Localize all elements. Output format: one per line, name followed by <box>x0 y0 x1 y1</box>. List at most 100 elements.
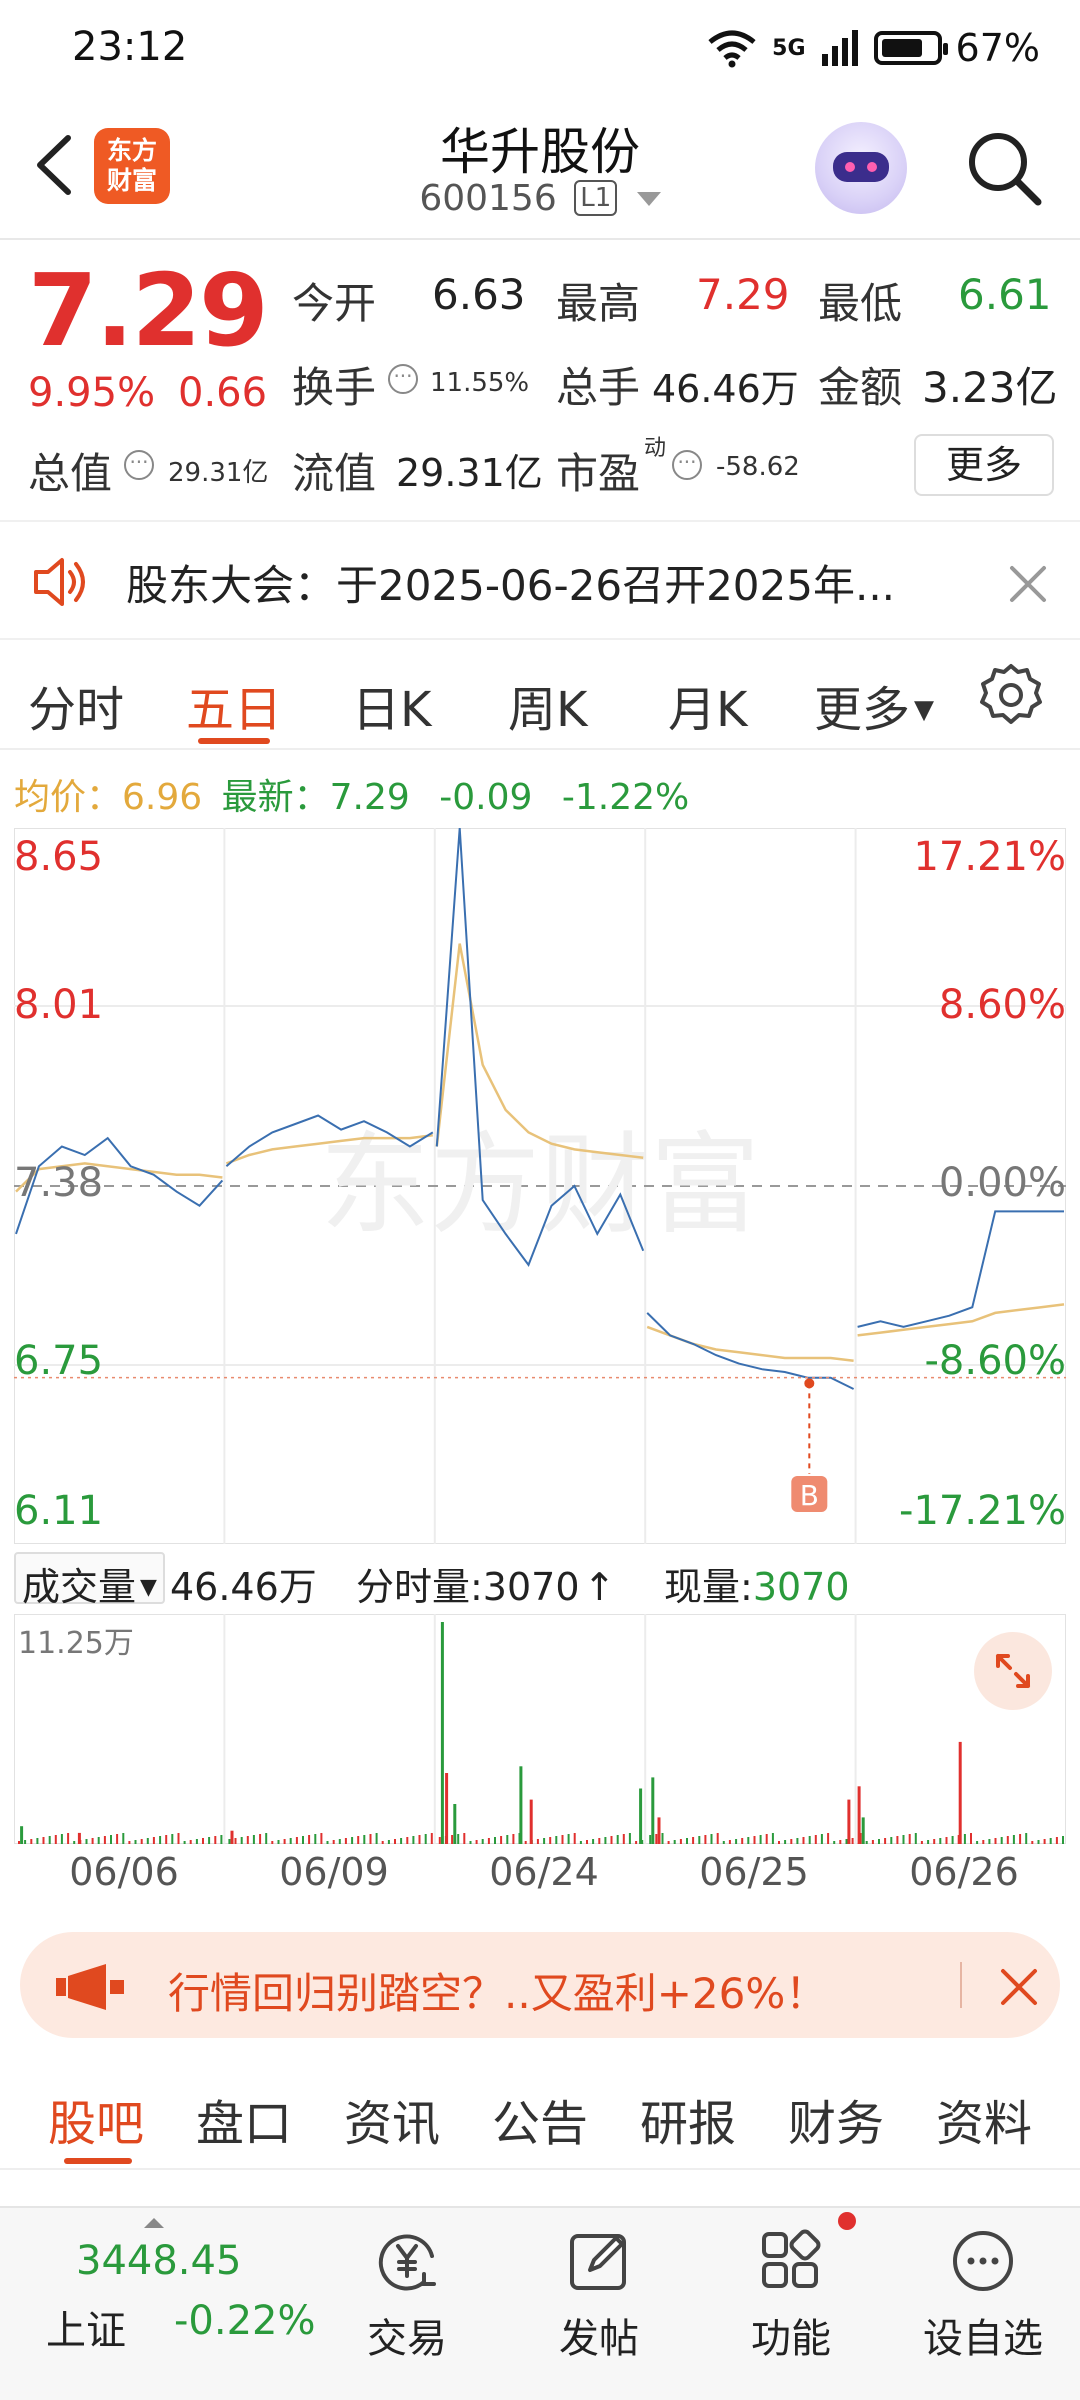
volume-bar <box>234 1838 237 1844</box>
volume-bar <box>857 1786 861 1844</box>
volume-bar <box>890 1837 893 1844</box>
avg-price-line <box>646 1325 854 1363</box>
volume-chart[interactable]: 11.25万 <box>14 1614 1066 1844</box>
tab-more[interactable]: 更多 ▼ <box>814 670 934 740</box>
tab-announcements[interactable]: 公告 <box>492 2084 588 2154</box>
volume-total: 46.46万 <box>170 1565 317 1609</box>
tab-forum[interactable]: 股吧 <box>48 2084 144 2154</box>
volume-bar <box>332 1840 335 1844</box>
chart-watermark: 东方财富 <box>320 1121 760 1249</box>
nav-functions[interactable]: 功能 <box>716 2226 866 2386</box>
expand-chart-button[interactable] <box>974 1632 1052 1710</box>
volume-bar <box>60 1834 63 1844</box>
volume-bar <box>326 1841 329 1844</box>
volume-bar <box>920 1841 923 1844</box>
more-quote-button[interactable]: 更多 <box>914 434 1054 496</box>
x-axis-dates: 06/06 06/09 06/24 06/25 06/26 <box>14 1850 1066 1900</box>
volume-bar <box>36 1838 39 1844</box>
price-line <box>857 1210 1064 1328</box>
caret-down-icon <box>636 192 661 206</box>
volume-bar <box>827 1833 830 1844</box>
tab-profile[interactable]: 资料 <box>936 2084 1032 2154</box>
announcement-bar[interactable]: 股东大会：于2025-06-26召开2025年... <box>0 520 1080 640</box>
speaker-icon <box>34 558 85 606</box>
volume-bar <box>457 1834 460 1844</box>
y-tick-right: -17.21% <box>899 1488 1066 1534</box>
index-change: -0.22% <box>174 2298 316 2344</box>
volume-bar <box>208 1837 211 1844</box>
volume-bar <box>344 1838 347 1844</box>
info-icon[interactable]: ··· <box>672 450 702 480</box>
expand-icon <box>996 1654 1030 1688</box>
volume-bar <box>579 1841 582 1844</box>
volume-bar <box>1062 1836 1064 1844</box>
ai-assistant-icon[interactable] <box>815 122 907 214</box>
divider <box>960 1962 962 2008</box>
volume-bar <box>394 1839 396 1844</box>
volume-bar <box>214 1836 217 1844</box>
nav-watchlist[interactable]: 设自选 <box>908 2226 1058 2386</box>
volume-type-label: 成交量 <box>22 1565 137 1609</box>
tab-five-day[interactable]: 五日 <box>186 670 282 740</box>
volume-bar <box>189 1840 192 1844</box>
volume-label: 总手 <box>556 363 641 412</box>
float-value: 29.31亿 <box>396 451 543 495</box>
volume-bar <box>140 1839 143 1844</box>
volume-bar <box>902 1835 905 1844</box>
volume-bar <box>308 1835 311 1844</box>
tab-monthly-k[interactable]: 月K <box>668 670 747 740</box>
amount-value: 3.23亿 <box>922 363 1058 412</box>
volume-bar <box>698 1836 701 1844</box>
tab-finance[interactable]: 财务 <box>788 2084 884 2154</box>
close-icon[interactable] <box>1006 562 1050 606</box>
volume-bar <box>177 1833 180 1844</box>
close-icon[interactable] <box>998 1966 1040 2008</box>
tab-daily-k[interactable]: 日K <box>352 670 431 740</box>
volume-bar <box>927 1840 930 1844</box>
tab-intraday[interactable]: 分时 <box>28 670 124 740</box>
tab-weekly-k[interactable]: 周K <box>508 670 587 740</box>
volume-bar <box>592 1839 595 1844</box>
volume-bar <box>536 1839 539 1844</box>
five-day-chart[interactable]: 东方财富 B 8.65 8.01 7.38 6.75 6.11 17.21% 8… <box>14 828 1066 1544</box>
info-icon[interactable]: ··· <box>124 450 154 480</box>
promo-banner[interactable]: 行情回归别踏空？..又盈利+26%！ <box>20 1932 1060 2038</box>
volume-bar <box>753 1836 756 1844</box>
volume-bar <box>567 1834 570 1844</box>
volume-bar <box>18 1841 20 1844</box>
volume-bar <box>524 1841 527 1844</box>
y-tick-left: 8.01 <box>14 982 104 1028</box>
volume-bar <box>77 1832 81 1844</box>
nav-trade[interactable]: 交易 <box>332 2226 482 2386</box>
search-icon[interactable] <box>962 126 1046 210</box>
index-ticker[interactable]: 3448.45 上证 -0.22% <box>0 2208 320 2398</box>
tab-news[interactable]: 资讯 <box>344 2084 440 2154</box>
volume-type-selector[interactable]: 成交量 ▼ <box>14 1552 165 1609</box>
high-label: 最高 <box>556 279 641 328</box>
volume-bar <box>796 1838 799 1844</box>
latest-value: 7.29 <box>329 777 410 818</box>
volume-bar <box>878 1839 880 1844</box>
volume-bar <box>494 1837 496 1844</box>
stock-code-row[interactable]: 600156 L1 <box>0 178 1080 219</box>
tab-research[interactable]: 研报 <box>640 2084 736 2154</box>
mktcap-value: 29.31亿 <box>168 458 269 488</box>
volume-bar <box>933 1839 936 1844</box>
volume-bar <box>469 1841 472 1844</box>
tab-orderbook[interactable]: 盘口 <box>196 2084 292 2154</box>
nav-post[interactable]: 发帖 <box>524 2226 674 2386</box>
volume-bar <box>994 1838 997 1844</box>
volume-bar <box>128 1841 131 1844</box>
promo-text: 行情回归别踏空？..又盈利+26%！ <box>168 1969 828 2018</box>
stock-code: 600156 <box>419 178 557 219</box>
volume-bar <box>271 1841 274 1844</box>
gear-icon[interactable] <box>978 662 1044 728</box>
volume-bar <box>784 1840 787 1844</box>
volume-bar <box>814 1835 817 1844</box>
info-icon[interactable]: ··· <box>388 364 418 394</box>
active-tab-indicator <box>198 738 270 744</box>
volume-bar <box>771 1833 774 1844</box>
nav-post-label: 发帖 <box>559 2316 639 2362</box>
volume-bar <box>152 1837 155 1844</box>
volume-bar <box>134 1840 137 1844</box>
